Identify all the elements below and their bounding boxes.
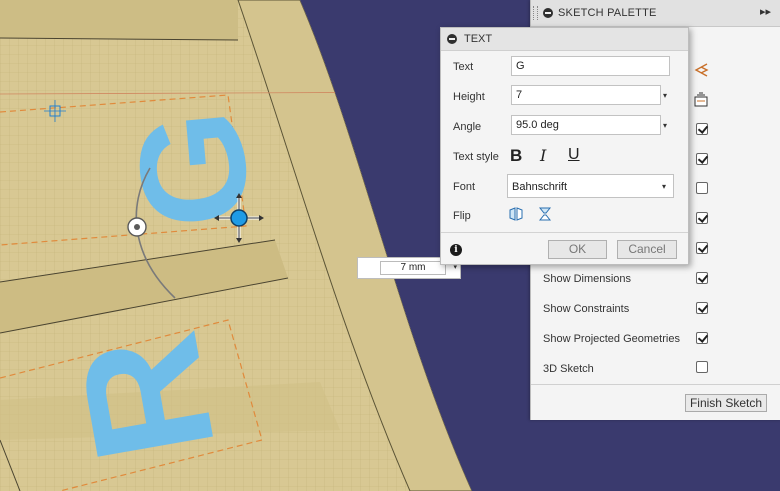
palette-expand-icon[interactable]: ▸▸ bbox=[760, 5, 771, 18]
sketch-letter-g[interactable]: G bbox=[104, 104, 282, 235]
text-label: Text bbox=[453, 61, 474, 73]
bold-icon[interactable]: B bbox=[510, 146, 522, 166]
finish-sketch-button[interactable]: Finish Sketch bbox=[684, 394, 767, 412]
flip-horizontal-icon[interactable] bbox=[508, 206, 524, 222]
text-dialog-header[interactable]: TEXT bbox=[441, 28, 688, 51]
palette-hidden-checkbox-5[interactable] bbox=[696, 242, 708, 254]
flip-label: Flip bbox=[453, 210, 471, 222]
font-select[interactable]: Bahnschrift bbox=[507, 174, 674, 198]
italic-icon[interactable]: I bbox=[540, 146, 546, 165]
slice-icon[interactable] bbox=[693, 92, 709, 108]
show-dimensions-checkbox[interactable] bbox=[696, 272, 708, 284]
palette-divider bbox=[531, 384, 780, 385]
height-label: Height bbox=[453, 91, 485, 103]
ring-band-top bbox=[0, 0, 238, 40]
show-projected-geometries-checkbox[interactable] bbox=[696, 332, 708, 344]
angle-dropdown-icon[interactable]: ▾ bbox=[663, 121, 667, 130]
font-label: Font bbox=[453, 181, 476, 193]
palette-collapse-icon[interactable] bbox=[543, 8, 553, 18]
palette-hidden-checkbox-1[interactable] bbox=[696, 123, 708, 135]
rotation-handle-icon[interactable] bbox=[127, 217, 147, 237]
text-input[interactable]: G bbox=[511, 56, 670, 76]
font-dropdown-icon[interactable]: ▾ bbox=[662, 182, 666, 191]
flip-vertical-icon[interactable] bbox=[537, 206, 553, 222]
cancel-button[interactable]: Cancel bbox=[617, 240, 677, 259]
info-icon[interactable]: i bbox=[450, 244, 462, 256]
text-dialog-title: TEXT bbox=[464, 33, 493, 45]
underline-icon[interactable]: U bbox=[568, 146, 580, 164]
dialog-collapse-icon[interactable] bbox=[447, 34, 457, 44]
angle-input[interactable]: 95.0 deg bbox=[511, 115, 661, 135]
text-dialog: TEXT Text G Height 7 ▾ Angle 95.0 deg ▾ … bbox=[440, 27, 689, 265]
palette-header[interactable]: SKETCH PALETTE ▸▸ bbox=[531, 0, 780, 27]
show-constraints-checkbox[interactable] bbox=[696, 302, 708, 314]
ok-button[interactable]: OK bbox=[548, 240, 607, 259]
palette-hidden-checkbox-4[interactable] bbox=[696, 212, 708, 224]
dialog-divider bbox=[441, 232, 688, 233]
palette-hidden-checkbox-2[interactable] bbox=[696, 153, 708, 165]
height-dropdown-icon[interactable]: ▾ bbox=[663, 91, 667, 100]
palette-title: SKETCH PALETTE bbox=[558, 7, 657, 19]
height-input[interactable]: 7 bbox=[511, 85, 661, 105]
angle-label: Angle bbox=[453, 121, 482, 133]
3d-sketch-checkbox[interactable] bbox=[696, 361, 708, 373]
palette-grip-icon[interactable] bbox=[533, 6, 538, 20]
text-style-label: Text style bbox=[453, 151, 499, 163]
dimension-input-field[interactable]: 7 mm bbox=[380, 261, 446, 275]
palette-hidden-checkbox-3[interactable] bbox=[696, 182, 708, 194]
look-at-icon[interactable] bbox=[693, 62, 709, 78]
